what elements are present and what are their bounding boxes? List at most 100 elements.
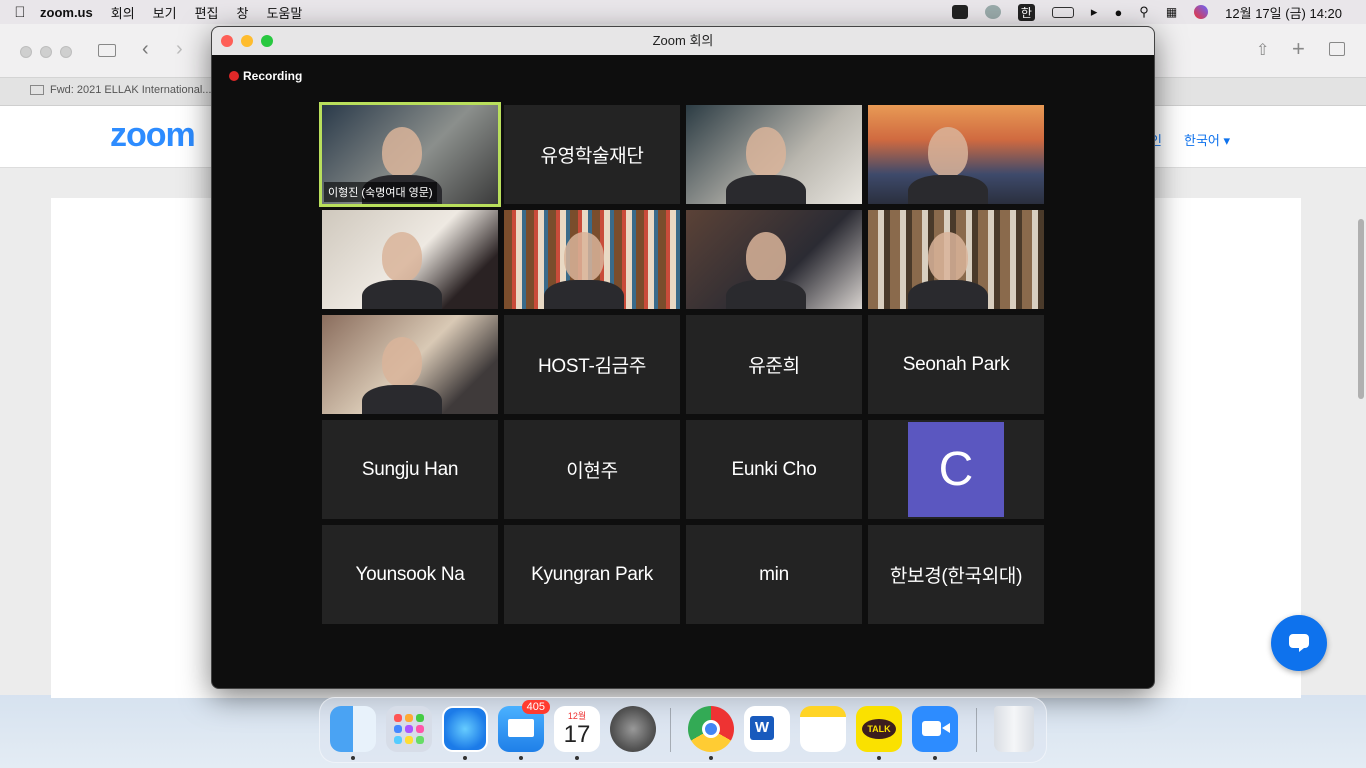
finder-icon[interactable] xyxy=(330,706,376,752)
participant-tile[interactable]: Seonah Park xyxy=(868,315,1044,414)
wifi-icon[interactable]: ▸ xyxy=(1091,4,1098,20)
zoom-window-title: Zoom 회의 xyxy=(652,33,714,48)
participant-tile[interactable]: C xyxy=(868,420,1044,519)
zoom-camera-lens xyxy=(942,723,950,733)
finder-running-dot xyxy=(351,756,355,760)
menu-meeting[interactable]: 회의 xyxy=(111,3,135,22)
zoom-minimize-button[interactable] xyxy=(241,35,253,47)
language-selector[interactable]: 한국어 ▾ xyxy=(1184,130,1230,149)
participant-tile[interactable] xyxy=(868,210,1044,309)
zoom-logo[interactable]: zoom xyxy=(110,116,196,155)
chat-icon xyxy=(1289,634,1309,652)
calendar-running-dot xyxy=(575,756,579,760)
zoom-icon[interactable] xyxy=(912,706,958,752)
mail-badge: 405 xyxy=(521,700,550,714)
menu-help[interactable]: 도움말 xyxy=(266,3,302,22)
active-speaker-caption: 이형진 (숙명여대 영문) xyxy=(324,182,437,202)
chat-bubble-icon[interactable] xyxy=(984,5,1001,19)
recording-indicator[interactable]: Recording xyxy=(229,69,302,83)
participant-tile[interactable]: Younsook Na xyxy=(322,525,498,624)
participant-video-feed xyxy=(382,337,422,387)
participant-name: Sungju Han xyxy=(361,458,459,480)
safari-running-dot xyxy=(463,756,467,760)
recording-label: Recording xyxy=(243,69,303,83)
participant-body-shape xyxy=(726,280,806,309)
participant-video-feed xyxy=(382,232,422,282)
envelope-shape xyxy=(508,719,534,737)
calendar-day: 17 xyxy=(563,721,591,748)
chrome-icon[interactable] xyxy=(688,706,734,752)
participant-video-feed xyxy=(382,127,422,177)
participant-tile[interactable]: 이형진 (숙명여대 영문) xyxy=(319,102,501,207)
mail-icon[interactable]: 405 xyxy=(498,700,550,752)
participant-video-feed xyxy=(746,127,786,177)
participant-name: Kyungran Park xyxy=(531,563,653,585)
participant-video-feed xyxy=(928,232,968,282)
participant-tile[interactable] xyxy=(686,210,862,309)
trash-icon[interactable] xyxy=(994,706,1034,752)
participant-tile[interactable]: Eunki Cho xyxy=(686,420,862,519)
share-icon[interactable]: ⇧ xyxy=(1256,40,1269,60)
participant-body-shape xyxy=(908,175,988,204)
menu-bar:  zoom.us 회의 보기 편집 창 도움말 한 ▸ ● ⚲ ▦ 12월 1… xyxy=(0,0,1366,24)
participant-tile[interactable]: Kyungran Park xyxy=(504,525,680,624)
launchpad-icon[interactable] xyxy=(386,706,432,752)
new-tab-icon[interactable]: + xyxy=(1292,36,1305,62)
tab-email-label: Fwd: 2021 ELLAK International... xyxy=(50,84,212,96)
battery-icon[interactable] xyxy=(1051,6,1074,18)
tab-email[interactable]: Fwd: 2021 ELLAK International... xyxy=(30,84,211,96)
control-center-icon[interactable]: ▦ xyxy=(1166,5,1177,19)
participant-video-feed xyxy=(564,232,604,282)
participant-name: 한보경(한국외대) xyxy=(889,566,1023,587)
app-menu[interactable]: zoom.us xyxy=(40,5,93,20)
participant-body-shape xyxy=(908,280,988,309)
chat-support-button[interactable] xyxy=(1271,615,1327,671)
zoom-window-button[interactable] xyxy=(60,46,72,58)
word-icon[interactable]: W xyxy=(744,706,790,752)
mail-envelope-icon xyxy=(30,85,44,95)
safari-icon[interactable] xyxy=(442,706,488,752)
participant-name: HOST-김금주 xyxy=(537,356,647,377)
apple-icon[interactable]:  xyxy=(0,4,40,21)
zoom-status-icon[interactable] xyxy=(951,5,968,19)
participant-tile[interactable]: HOST-김금주 xyxy=(504,315,680,414)
participant-name: Eunki Cho xyxy=(731,458,817,480)
calendar-icon[interactable]: 12월 17 xyxy=(554,706,600,752)
word-w-glyph: W xyxy=(750,716,774,740)
menu-clock[interactable]: 12월 17일 (금) 14:20 xyxy=(1225,3,1342,22)
sidebar-toggle-icon[interactable] xyxy=(98,44,116,57)
page-scrollbar[interactable] xyxy=(1358,219,1364,399)
participant-tile[interactable]: Sungju Han xyxy=(322,420,498,519)
minimize-window-button[interactable] xyxy=(40,46,52,58)
participant-tile[interactable]: 유준희 xyxy=(686,315,862,414)
menu-edit[interactable]: 편집 xyxy=(195,3,219,22)
input-method-indicator[interactable]: 한 xyxy=(1017,3,1035,21)
zoom-maximize-button[interactable] xyxy=(261,35,273,47)
participant-tile[interactable] xyxy=(504,210,680,309)
tab-overview-icon[interactable] xyxy=(1329,42,1345,56)
menu-view[interactable]: 보기 xyxy=(153,3,177,22)
spotlight-search-icon[interactable]: ⚲ xyxy=(1139,4,1149,20)
participant-tile[interactable] xyxy=(868,105,1044,204)
participant-name: 유영학술재단 xyxy=(540,146,644,167)
participant-tile[interactable] xyxy=(322,210,498,309)
participant-tile[interactable] xyxy=(686,105,862,204)
back-icon[interactable]: ‹ xyxy=(142,38,149,61)
participant-tile[interactable]: 유영학술재단 xyxy=(504,105,680,204)
participant-tile[interactable]: min xyxy=(686,525,862,624)
siri-icon[interactable] xyxy=(1194,5,1209,19)
zoom-close-button[interactable] xyxy=(221,35,233,47)
forward-icon[interactable]: › xyxy=(176,38,183,61)
menu-window[interactable]: 창 xyxy=(237,3,249,22)
participant-tile[interactable]: 이현주 xyxy=(504,420,680,519)
system-preferences-icon[interactable] xyxy=(610,706,656,752)
close-window-button[interactable] xyxy=(20,46,32,58)
kakaotalk-icon[interactable]: TALK xyxy=(856,706,902,752)
participant-tile[interactable] xyxy=(322,315,498,414)
participant-video-feed xyxy=(928,127,968,177)
kakaotalk-label: TALK xyxy=(862,719,896,739)
user-icon[interactable]: ● xyxy=(1114,5,1122,20)
participant-name: Younsook Na xyxy=(355,563,465,585)
notes-icon[interactable] xyxy=(800,706,846,752)
participant-tile[interactable]: 한보경(한국외대) xyxy=(868,525,1044,624)
